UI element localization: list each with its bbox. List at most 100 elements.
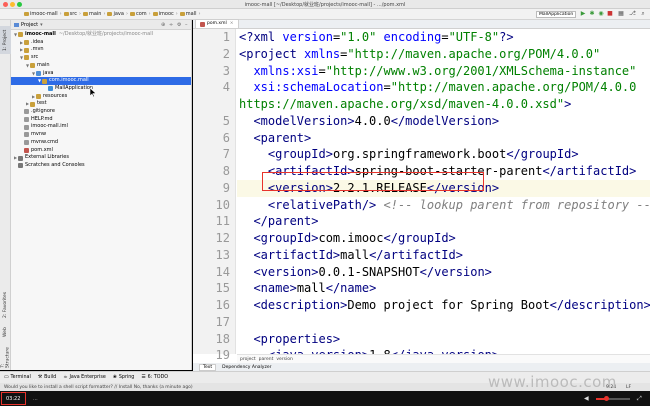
- tree-item[interactable]: mvnw: [11, 131, 191, 139]
- git-icon[interactable]: ⎇: [629, 11, 636, 17]
- project-structure-icon[interactable]: ▦: [618, 11, 624, 17]
- editor-breadcrumb-item[interactable]: version: [276, 357, 292, 362]
- code-line[interactable]: https://maven.apache.org/xsd/maven-4.0.0…: [239, 96, 571, 113]
- code-line[interactable]: xsi:schemaLocation="http://maven.apache.…: [239, 79, 636, 96]
- source-folder-icon: [36, 70, 41, 76]
- editor-breadcrumb-item[interactable]: project: [240, 357, 256, 362]
- tree-item-label: resources: [43, 92, 68, 99]
- breadcrumb-item[interactable]: imooc-mall ›: [24, 11, 62, 17]
- tree-item-label: pom.xml: [31, 146, 53, 153]
- scratch-icon: [18, 163, 23, 169]
- structure-tool-tab[interactable]: 7: Structure: [0, 342, 11, 368]
- breadcrumb: imooc-mall › src › main › java › com › imooc › mall ›: [24, 11, 203, 17]
- tree-item[interactable]: MallApplication: [11, 85, 191, 93]
- code-line[interactable]: <name>mall</name>: [239, 280, 376, 297]
- favorites-tool-tab[interactable]: 2: Favorites: [0, 290, 11, 320]
- tree-item[interactable]: ▶ .idea: [11, 39, 191, 47]
- web-tool-tab[interactable]: Web: [0, 325, 11, 339]
- volume-icon[interactable]: ◀: [584, 395, 589, 402]
- tree-item[interactable]: ▶ resources: [11, 93, 191, 101]
- line-number: 1: [222, 30, 230, 44]
- editor-mode-tab[interactable]: Text: [199, 363, 217, 371]
- code-line[interactable]: <description>Demo project for Spring Boo…: [239, 297, 650, 314]
- bottom-tool-button[interactable]: ☕ Java Enterprise: [63, 375, 106, 380]
- volume-slider[interactable]: [596, 396, 630, 401]
- code-line[interactable]: </parent>: [239, 213, 318, 230]
- editor-tab-pom[interactable]: pom.xml ×: [195, 19, 239, 28]
- build-icon: ⚒: [37, 375, 43, 380]
- bottom-tool-button[interactable]: ▭ Terminal: [4, 375, 31, 380]
- line-number: 9: [222, 180, 230, 195]
- bottom-tool-button[interactable]: ⚒ Build: [38, 375, 56, 380]
- video-player-bar: 03:22 ... ◀ ⤢: [0, 391, 650, 406]
- editor-breadcrumb-item[interactable]: parent: [259, 357, 274, 362]
- gear-icon[interactable]: ⚙: [177, 22, 181, 28]
- code-line[interactable]: <groupId>com.imooc</groupId>: [239, 230, 455, 247]
- line-number: 11: [215, 214, 230, 229]
- coverage-icon[interactable]: ◉: [598, 11, 604, 17]
- line-number: 3: [222, 63, 230, 78]
- mouse-cursor-icon: [90, 88, 96, 97]
- chevron-right-icon: ›: [175, 11, 178, 17]
- chevron-right-icon: ›: [78, 11, 81, 17]
- code-line[interactable]: <modelVersion>4.0.0</modelVersion>: [239, 113, 499, 130]
- fullscreen-icon[interactable]: ⤢: [637, 395, 642, 403]
- file-icon: [24, 109, 29, 115]
- breadcrumb-item[interactable]: src ›: [63, 11, 81, 17]
- breadcrumb-item[interactable]: main ›: [82, 11, 106, 17]
- tree-item[interactable]: HELP.md: [11, 116, 191, 124]
- editor-mode-tab[interactable]: Dependency Analyzer: [222, 365, 271, 370]
- breadcrumb-item[interactable]: mall ›: [179, 11, 201, 17]
- chevron-down-icon[interactable]: ▾: [40, 22, 43, 28]
- code-line[interactable]: <?xml version="1.0" encoding="UTF-8"?>: [239, 29, 514, 46]
- tree-item[interactable]: ▶ External Libraries: [11, 154, 191, 162]
- tree-item[interactable]: ▶ test: [11, 100, 191, 108]
- tree-item[interactable]: ▼ src: [11, 54, 191, 62]
- project-view-select[interactable]: Project: [21, 22, 38, 28]
- tree-item[interactable]: .gitignore: [11, 108, 191, 116]
- line-separator[interactable]: LF: [626, 385, 631, 390]
- tree-item[interactable]: Scratches and Consoles: [11, 162, 191, 170]
- tree-item[interactable]: pom.xml: [11, 147, 191, 155]
- tree-item[interactable]: mvnw.cmd: [11, 139, 191, 147]
- run-configuration-select[interactable]: MallApplication: [536, 11, 576, 18]
- maven-icon: [200, 21, 205, 27]
- tree-item[interactable]: ▼ imooc-mall ~/Desktop/就业班/projects/imooc-…: [11, 31, 191, 39]
- spring-icon: ❀: [112, 375, 117, 380]
- maven-icon: [24, 147, 29, 153]
- breadcrumb-item[interactable]: com ›: [129, 11, 151, 17]
- breadcrumb-item[interactable]: java ›: [107, 11, 128, 17]
- tree-item[interactable]: ▼ main: [11, 62, 191, 70]
- code-line[interactable]: <parent>: [239, 130, 311, 147]
- code-line[interactable]: <project xmlns="http://maven.apache.org/…: [239, 46, 600, 63]
- code-line[interactable]: <relativePath/> <!-- lookup parent from …: [239, 197, 650, 214]
- hide-panel-icon[interactable]: –: [185, 22, 188, 28]
- run-icon[interactable]: ▶: [580, 11, 586, 17]
- code-line[interactable]: xmlns:xsi="http://www.w3.org/2001/XMLSch…: [239, 63, 636, 80]
- java-enterprise-icon: ☕: [63, 375, 68, 380]
- bottom-tool-label: Terminal: [10, 375, 31, 380]
- tree-item[interactable]: imooc-mall.iml: [11, 123, 191, 131]
- bottom-tool-label: Java Enterprise: [69, 375, 106, 380]
- chevron-right-icon: ›: [125, 11, 128, 17]
- tree-item[interactable]: ▼ com.imooc.mall: [11, 77, 191, 85]
- bottom-tool-button[interactable]: ☰ 6: TODO: [141, 375, 168, 380]
- sync-icon[interactable]: ⊕: [161, 22, 165, 28]
- code-line[interactable]: <artifactId>mall</artifactId>: [239, 247, 463, 264]
- breadcrumb-item[interactable]: imooc ›: [152, 11, 178, 17]
- code-line[interactable]: <groupId>org.springframework.boot</group…: [239, 146, 579, 163]
- bottom-tool-button[interactable]: ❀ Spring: [113, 375, 135, 380]
- tree-item[interactable]: ▶ .mvn: [11, 46, 191, 54]
- chevron-right-icon: ›: [103, 11, 106, 17]
- left-tool-strip: 1: Project 2: Favorites Web 7: Structure: [0, 20, 11, 370]
- close-icon[interactable]: ×: [230, 20, 234, 28]
- code-line[interactable]: <properties>: [239, 331, 340, 348]
- status-message[interactable]: Would you like to install a shell script…: [4, 385, 193, 390]
- project-tool-tab[interactable]: 1: Project: [0, 26, 11, 54]
- debug-icon[interactable]: ✱: [589, 11, 595, 17]
- code-line[interactable]: <version>0.0.1-SNAPSHOT</version>: [239, 264, 491, 281]
- tree-item[interactable]: ▼ java: [11, 70, 191, 78]
- stop-icon[interactable]: ■: [607, 11, 613, 17]
- collapse-icon[interactable]: ÷: [169, 22, 173, 28]
- search-icon[interactable]: ⌕: [640, 11, 646, 17]
